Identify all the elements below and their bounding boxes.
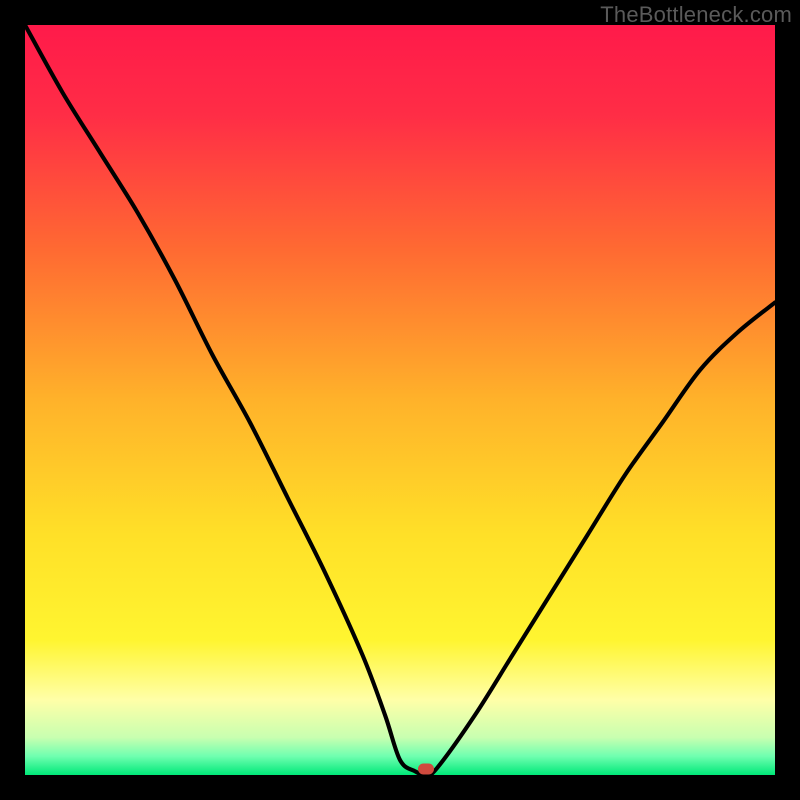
bottleneck-curve <box>25 25 775 775</box>
plot-area <box>25 25 775 775</box>
chart-frame: TheBottleneck.com <box>0 0 800 800</box>
minimum-point-marker <box>418 764 434 775</box>
attribution-label: TheBottleneck.com <box>600 2 792 28</box>
